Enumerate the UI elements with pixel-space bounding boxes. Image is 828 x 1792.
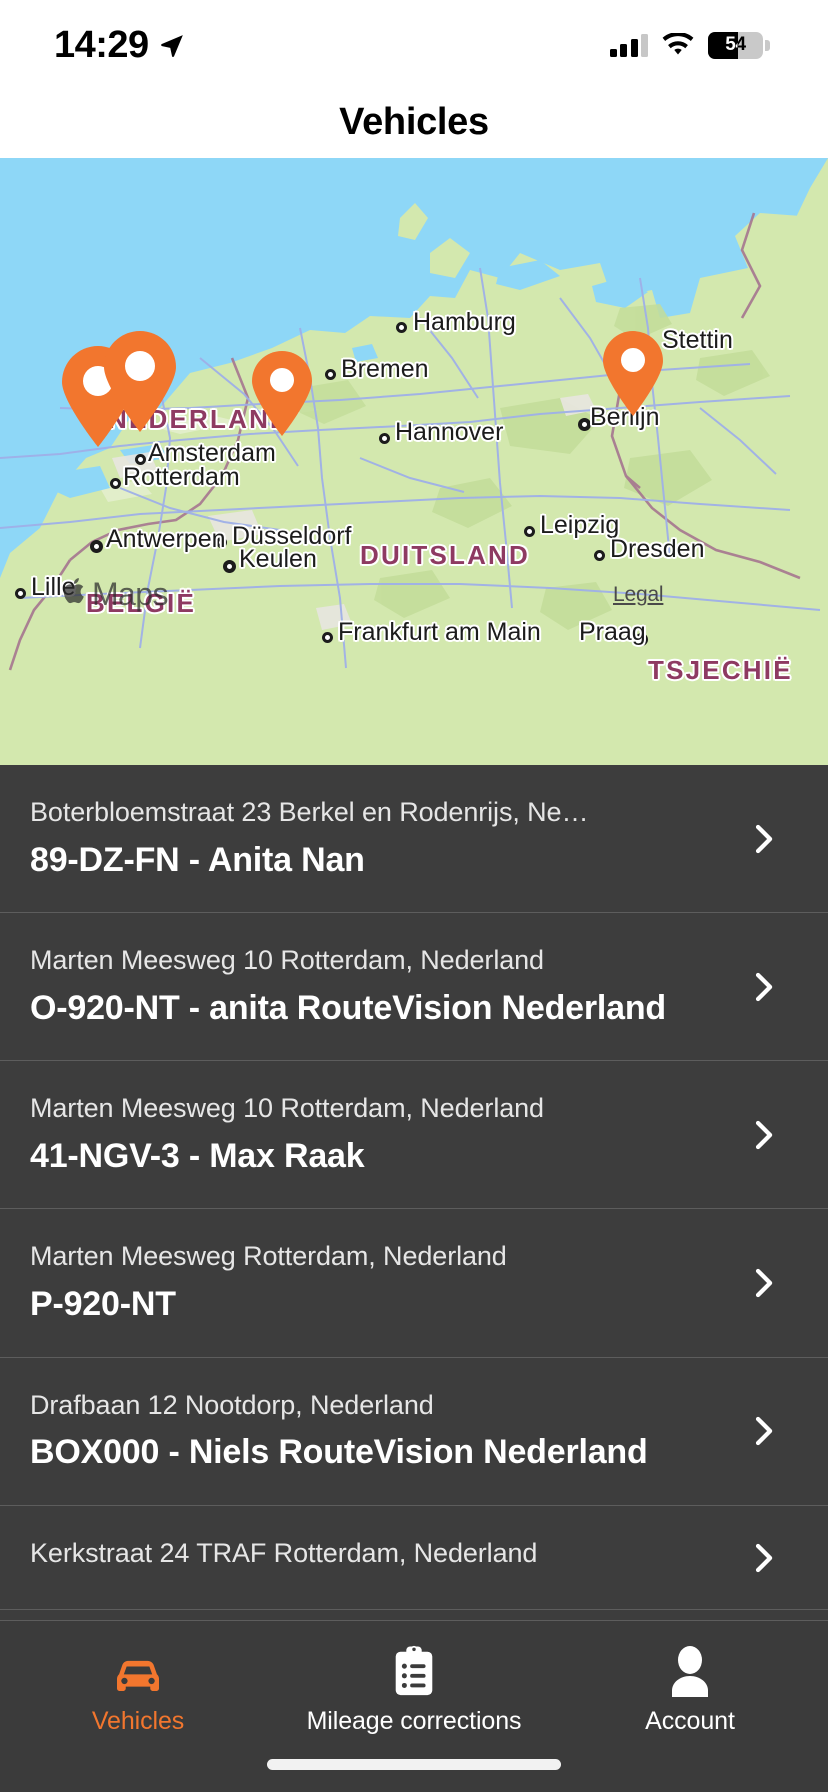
map-city-dot — [524, 526, 535, 537]
apple-maps-wordmark: Maps — [92, 576, 168, 612]
map-city-dot — [379, 433, 390, 444]
status-bar-left: 14:29 — [54, 22, 185, 64]
map-city-label-hannover: Hannover — [395, 418, 504, 446]
chevron-right-icon[interactable] — [746, 822, 780, 856]
status-bar-right: 54 — [609, 31, 770, 59]
map-country-label: TSJECHIË — [648, 655, 793, 685]
list-item[interactable]: Boterbloemstraat 23 Berkel en Rodenrijs,… — [0, 765, 828, 914]
tab-bar-items: Vehicles Mileage corrections Account — [0, 1621, 828, 1736]
list-item-text: Kerkstraat 24 TRAF Rotterdam, Nederland — [30, 1536, 746, 1580]
map-city-label-antwerpen: Antwerpen — [106, 525, 226, 553]
app-root: 14:29 54 Vehicles NEDERLAND DUITSLAND TS… — [0, 0, 828, 1792]
chevron-right-icon[interactable] — [746, 1414, 780, 1448]
map-city-dot — [325, 369, 336, 380]
map-city-label-hamburg: Hamburg — [413, 308, 516, 336]
map-city-label-keulen: Keulen — [239, 545, 317, 573]
map-city-label-leipzig: Leipzig — [540, 511, 620, 539]
map-city-label-stettin: Stettin — [662, 326, 733, 354]
list-item-title: P-920-NT — [30, 1285, 176, 1324]
list-item[interactable]: Drafbaan 12 Nootdorp, Nederland BOX000 -… — [0, 1358, 828, 1506]
list-item-text: Marten Meesweg Rotterdam, Nederland P-92… — [30, 1239, 746, 1326]
map-city-label-frankfurt: Frankfurt am Main — [338, 618, 541, 646]
vehicle-list[interactable]: Boterbloemstraat 23 Berkel en Rodenrijs,… — [0, 765, 828, 1665]
map-city-label-dresden: Dresden — [610, 535, 705, 563]
tab-label-vehicles: Vehicles — [91, 1707, 185, 1735]
list-item-text: Marten Meesweg 10 Rotterdam, Nederland O… — [30, 943, 746, 1030]
tab-label-account: Account — [645, 1707, 735, 1735]
home-indicator[interactable] — [267, 1759, 561, 1770]
tab-bar: Vehicles Mileage corrections Account — [0, 1620, 828, 1792]
chevron-right-icon[interactable] — [746, 970, 780, 1004]
status-bar-clock: 14:29 — [54, 24, 149, 66]
list-item[interactable]: Marten Meesweg 10 Rotterdam, Nederland O… — [0, 913, 828, 1062]
map-city-dot — [110, 478, 121, 489]
list-item-title: 89-DZ-FN - Anita Nan — [30, 840, 365, 879]
location-arrow-icon — [159, 33, 185, 59]
battery-cap — [765, 39, 770, 51]
tab-label-mileage-corrections: Mileage corrections — [306, 1707, 522, 1735]
battery-icon: 54 — [708, 31, 763, 59]
list-item-text: Drafbaan 12 Nootdorp, Nederland BOX000 -… — [30, 1388, 746, 1475]
list-item[interactable]: Marten Meesweg Rotterdam, Nederland P-92… — [0, 1209, 828, 1358]
list-item-address: Marten Meesweg 10 Rotterdam, Nederland — [30, 945, 544, 976]
list-item-text: Marten Meesweg 10 Rotterdam, Nederland 4… — [30, 1091, 746, 1178]
chevron-right-icon[interactable] — [746, 1541, 780, 1575]
list-item[interactable]: Marten Meesweg 10 Rotterdam, Nederland 4… — [0, 1061, 828, 1210]
car-icon — [110, 1643, 166, 1697]
list-item[interactable]: Kerkstraat 24 TRAF Rotterdam, Nederland — [0, 1506, 828, 1611]
apple-logo-icon — [62, 578, 88, 610]
tab-vehicles[interactable]: Vehicles — [0, 1643, 276, 1736]
list-item-text: Boterbloemstraat 23 Berkel en Rodenrijs,… — [30, 795, 746, 882]
map-city-dot — [90, 540, 103, 553]
list-item-title: O-920-NT - anita RouteVision Nederland — [30, 988, 666, 1027]
chevron-right-icon[interactable] — [746, 1266, 780, 1300]
chevron-right-icon[interactable] — [746, 1118, 780, 1152]
tab-account[interactable]: Account — [552, 1643, 828, 1736]
map-view[interactable]: NEDERLAND DUITSLAND TSJECHIË BELGIË Hamb… — [0, 158, 828, 765]
list-item-address: Drafbaan 12 Nootdorp, Nederland — [30, 1389, 434, 1420]
battery-indicator: 54 — [708, 31, 770, 59]
list-item-address: Boterbloemstraat 23 Berkel en Rodenrijs,… — [30, 797, 589, 827]
map-city-dot — [223, 560, 236, 573]
map-city-label-bremen: Bremen — [341, 355, 429, 383]
tab-mileage-corrections[interactable]: Mileage corrections — [276, 1643, 552, 1736]
page-title: Vehicles — [339, 100, 489, 143]
map-city-dot — [322, 632, 333, 643]
map-country-label: DUITSLAND — [360, 540, 531, 570]
status-bar: 14:29 54 — [0, 0, 828, 86]
wifi-icon — [662, 32, 694, 57]
list-item-title: BOX000 - Niels RouteVision Nederland — [30, 1433, 648, 1472]
navigation-bar: Vehicles — [0, 86, 828, 158]
list-item-address: Kerkstraat 24 TRAF Rotterdam, Nederland — [30, 1537, 538, 1568]
cellular-signal-icon — [609, 33, 648, 57]
map-city-dot — [594, 550, 605, 561]
map-city-dot — [15, 588, 26, 599]
list-item-address: Marten Meesweg Rotterdam, Nederland — [30, 1241, 507, 1272]
map-legal-link[interactable]: Legal — [613, 583, 664, 607]
apple-maps-attribution[interactable]: Maps — [62, 576, 168, 613]
map-city-label-rotterdam: Rotterdam — [123, 463, 240, 491]
list-item-title: 41-NGV-3 - Max Raak — [30, 1136, 365, 1175]
map-city-dot — [396, 322, 407, 333]
person-icon — [666, 1643, 714, 1697]
battery-level-text: 54 — [708, 34, 763, 56]
clipboard-list-icon — [393, 1643, 435, 1697]
list-item-address: Marten Meesweg 10 Rotterdam, Nederland — [30, 1093, 544, 1124]
map-city-label-praag: Praag — [579, 618, 646, 646]
